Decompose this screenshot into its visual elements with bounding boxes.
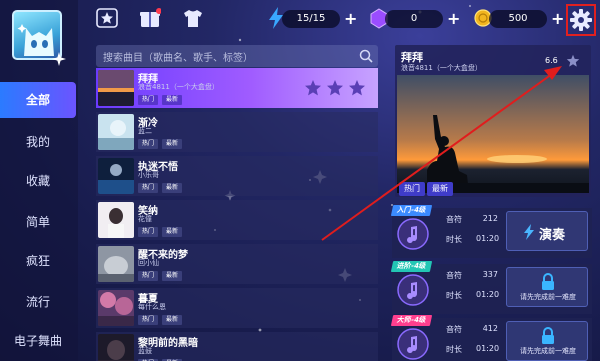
difficulty-level-label: 进阶-4级 xyxy=(390,261,432,272)
search-input[interactable]: 搜索曲目（歌曲名、歌手、标签） xyxy=(96,45,378,67)
play-button[interactable]: 演奏 xyxy=(506,211,588,251)
add-energy-button[interactable]: + xyxy=(344,10,357,28)
song-thumbnail xyxy=(98,202,134,238)
tag-hot: 热门 xyxy=(138,183,159,193)
tag-hot: 热门 xyxy=(138,271,159,281)
lock-icon xyxy=(542,327,554,344)
song-cover-image xyxy=(397,75,589,193)
gift-icon[interactable] xyxy=(139,8,161,28)
tag-hot: 热门 xyxy=(138,95,159,105)
notes-count: 212 xyxy=(482,214,498,223)
lock-icon xyxy=(542,273,554,290)
add-gem-button[interactable]: + xyxy=(447,10,460,28)
song-artist: 每什么恩 xyxy=(138,303,166,311)
tag-new: 最新 xyxy=(162,139,183,149)
duration-value: 01:20 xyxy=(476,234,500,243)
add-coin-button[interactable]: + xyxy=(551,10,564,28)
tag-new: 最新 xyxy=(162,271,183,281)
music-disc-icon xyxy=(397,274,429,306)
sidebar-item-favorites[interactable]: 收藏 xyxy=(0,163,76,199)
song-list: 搜索曲目（歌曲名、歌手、标签） 拜拜 浪音4811（一个大盒盘） 热门 最新 渐… xyxy=(96,45,378,361)
song-thumbnail xyxy=(98,158,134,194)
song-thumbnail xyxy=(98,290,134,326)
song-row[interactable]: 暮夏 每什么恩 热门 最新 xyxy=(96,288,378,328)
song-thumbnail xyxy=(98,246,134,282)
song-row[interactable]: 渐冷 蓝二 热门 最新 xyxy=(96,112,378,152)
sparkle-icon xyxy=(52,52,66,66)
song-artist: 蓝二 xyxy=(138,127,152,135)
duration-label: 时长 xyxy=(446,235,462,244)
detail-tag-hot: 热门 xyxy=(399,182,425,196)
sidebar-item-easy[interactable]: 简单 xyxy=(0,204,76,240)
sidebar-item-pop[interactable]: 流行 xyxy=(0,284,76,320)
sidebar-item-edm[interactable]: 电子舞曲 xyxy=(0,323,76,359)
tag-hot: 热门 xyxy=(138,227,159,237)
tag-hot: 热门 xyxy=(138,139,159,149)
detail-song-artist: 浪音4811（一个大盒盘） xyxy=(401,64,482,72)
duration-label: 时长 xyxy=(446,345,462,354)
shirt-icon[interactable] xyxy=(182,8,204,28)
music-disc-icon xyxy=(397,328,429,360)
song-artist: 花僮 xyxy=(138,215,152,223)
favorite-star-icon[interactable] xyxy=(566,54,580,68)
notes-label: 音符 xyxy=(446,215,462,224)
favorites-star-icon[interactable] xyxy=(96,8,118,28)
duration-value: 01:20 xyxy=(476,344,500,353)
song-artist: 小乐哥 xyxy=(138,171,159,179)
search-icon[interactable] xyxy=(358,48,374,64)
notes-label: 音符 xyxy=(446,325,462,334)
coin-counter: 500 xyxy=(489,10,547,28)
difficulty-level-label: 大师-4级 xyxy=(390,315,432,326)
song-thumbnail xyxy=(98,70,134,106)
song-artist: 蓝鼓 xyxy=(138,347,152,355)
locked-message: 请先完成前一难度 xyxy=(520,347,576,355)
locked-play-button[interactable]: 请先完成前一难度 xyxy=(506,321,588,361)
song-row[interactable]: 黎明前的黑暗 蓝鼓 热门 最新 xyxy=(96,332,378,361)
song-thumbnail xyxy=(98,334,134,361)
difficulty-card-easy: 入门-4级 音符 212 时长 01:20 演奏 xyxy=(390,205,592,258)
song-row-selected[interactable]: 拜拜 浪音4811（一个大盒盘） 热门 最新 xyxy=(96,68,378,108)
notes-count: 412 xyxy=(482,324,498,333)
play-label: 演奏 xyxy=(539,228,566,243)
duration-label: 时长 xyxy=(446,291,462,300)
difficulty-card-master: 大师-4级 音符 412 时长 01:20 请先完成前一难度 xyxy=(390,315,592,361)
notes-count: 337 xyxy=(482,270,498,279)
music-disc-icon xyxy=(397,218,429,250)
detail-tag-new: 最新 xyxy=(427,182,453,196)
search-placeholder: 搜索曲目（歌曲名、歌手、标签） xyxy=(103,53,253,64)
difficulty-level-label: 入门-4级 xyxy=(390,205,432,216)
tag-new: 最新 xyxy=(162,315,183,325)
gem-counter: 0 xyxy=(385,10,443,28)
detail-score: 6.6 xyxy=(545,56,558,65)
song-detail-panel: 拜拜 浪音4811（一个大盒盘） 6.6 xyxy=(395,45,591,197)
tag-new: 最新 xyxy=(162,227,183,237)
locked-message: 请先完成前一难度 xyxy=(520,293,576,301)
lightning-icon xyxy=(524,224,534,240)
difficulty-card-advanced: 进阶-4级 音符 337 时长 01:20 请先完成前一难度 xyxy=(390,261,592,314)
sidebar-item-crazy[interactable]: 疯狂 xyxy=(0,243,76,279)
song-artist: 回小仙 xyxy=(138,259,159,267)
sidebar-item-mine[interactable]: 我的 xyxy=(0,124,76,160)
settings-highlight xyxy=(566,4,596,36)
song-row[interactable]: 执迷不悟 小乐哥 热门 最新 xyxy=(96,156,378,196)
category-sidebar: 全部 我的 收藏 简单 疯狂 流行 电子舞曲 xyxy=(0,0,78,361)
gear-icon[interactable] xyxy=(568,6,594,34)
song-row[interactable]: 醒不来的梦 回小仙 热门 最新 xyxy=(96,244,378,284)
tag-hot: 热门 xyxy=(138,315,159,325)
energy-counter: 15/15 xyxy=(282,10,340,28)
song-thumbnail xyxy=(98,114,134,150)
sidebar-item-all[interactable]: 全部 xyxy=(0,82,76,118)
tag-new: 最新 xyxy=(162,183,183,193)
tag-new: 最新 xyxy=(162,95,183,105)
locked-play-button[interactable]: 请先完成前一难度 xyxy=(506,267,588,307)
song-row[interactable]: 笑纳 花僮 热门 最新 xyxy=(96,200,378,240)
notes-label: 音符 xyxy=(446,271,462,280)
song-artist: 浪音4811（一个大盒盘） xyxy=(138,83,219,91)
duration-value: 01:20 xyxy=(476,290,500,299)
difficulty-stars xyxy=(305,80,365,96)
